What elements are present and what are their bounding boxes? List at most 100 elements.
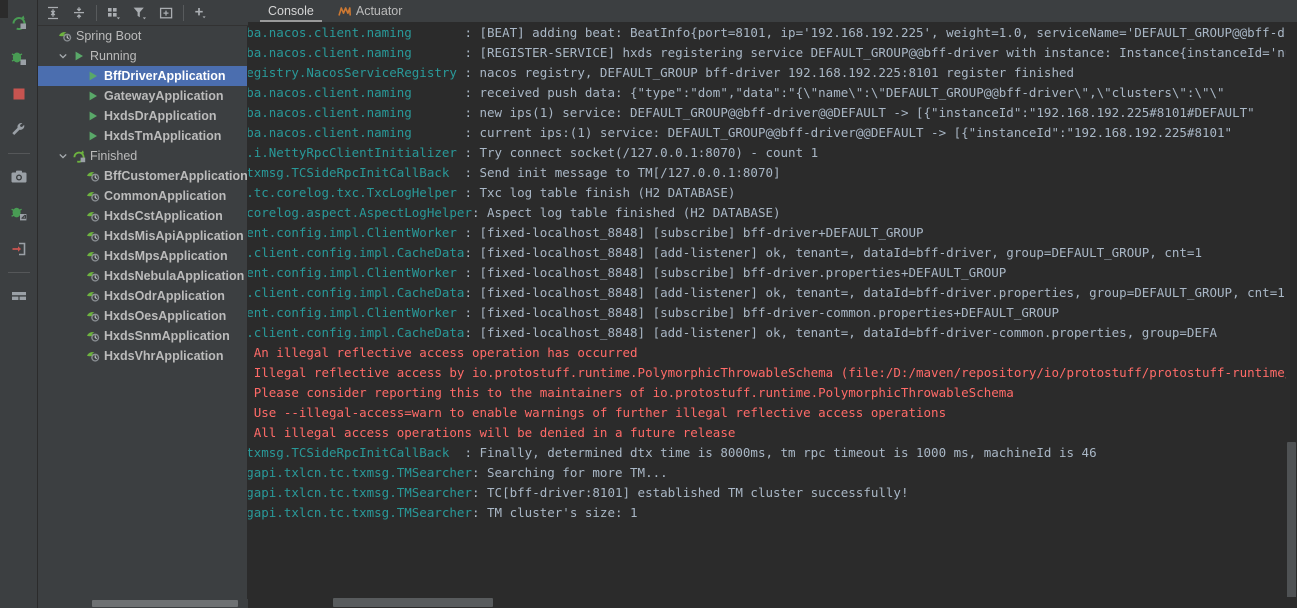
tree-row-label: BffDriverApplication — [104, 69, 226, 83]
filter-button[interactable] — [127, 1, 153, 25]
tree-row-bffcustomerapplication[interactable]: BffCustomerApplication — [38, 166, 247, 186]
log-message: : TC[bff-driver:8101] established TM clu… — [471, 485, 909, 500]
tab-label: Console — [268, 4, 314, 18]
expand-all-button[interactable] — [40, 1, 66, 25]
spring-boot-icon — [84, 326, 101, 346]
tree-row-gatewayapplication[interactable]: GatewayApplication — [38, 86, 247, 106]
tree-row-bffdriverapplication[interactable]: BffDriverApplication — [38, 66, 247, 86]
run-green-icon — [84, 66, 101, 86]
tree-row-hxdscstapplication[interactable]: HxdsCstApplication — [38, 206, 247, 226]
tree-row-label: HxdsOesApplication — [104, 309, 227, 323]
tree-twisty-spacer — [70, 246, 84, 266]
collapse-all-button[interactable] — [66, 1, 92, 25]
tree-row-hxdssnmapplication[interactable]: HxdsSnmApplication — [38, 326, 247, 346]
tree-row-hxdsdrapplication[interactable]: HxdsDrApplication — [38, 106, 247, 126]
log-logger-name: m.alibaba.nacos.client.naming — [248, 25, 412, 40]
stop-icon[interactable] — [4, 79, 34, 109]
tree-row-finished[interactable]: Finished — [38, 146, 247, 166]
tree-twisty-spacer — [70, 346, 84, 366]
log-logger-name: c.txlcn.tc.corelog.txc.TxcLogHelper — [248, 185, 457, 200]
tree-horizontal-scrollbar[interactable] — [38, 599, 248, 608]
rerun-icon[interactable] — [4, 7, 34, 37]
run-configurations-tree[interactable]: Spring Boot Running BffDriverApplication Ga… — [38, 26, 248, 608]
tree-horizontal-scroll-thumb[interactable] — [92, 600, 238, 607]
log-logger-name: a.nacos.client.config.impl.CacheData — [248, 285, 465, 300]
tree-row-hxdsodrapplication[interactable]: HxdsOdrApplication — [38, 286, 247, 306]
run-green-icon — [84, 106, 101, 126]
log-message: : TM cluster's size: 1 — [471, 505, 638, 520]
log-message: : nacos registry, DEFAULT_GROUP bff-driv… — [464, 65, 1075, 80]
log-message: : [fixed-localhost_8848] [add-listener] … — [464, 325, 1218, 340]
debug-icon[interactable] — [4, 43, 34, 73]
tree-row-spring-boot[interactable]: Spring Boot — [38, 26, 247, 46]
tree-twisty-spacer — [70, 86, 84, 106]
console-log-area[interactable]: m.alibaba.nacos.client.naming : [BEAT] a… — [248, 22, 1297, 608]
tab-actuator[interactable]: Actuator — [326, 0, 415, 22]
chevron-down-icon[interactable] — [56, 46, 70, 66]
log-logger-name: a.c.n.registry.NacosServiceRegistry — [248, 65, 457, 80]
log-message: : [fixed-localhost_8848] [subscribe] bff… — [464, 265, 1007, 280]
log-line: c.t.t.n.i.NettyRpcClientInitializer : Tr… — [248, 143, 1297, 163]
log-message: : Searching for more TM... — [471, 465, 668, 480]
gutter-divider — [7, 153, 30, 154]
log-logger-name: m.codingapi.txlcn.tc.txmsg.TMSearcher — [248, 485, 472, 500]
console-panel: Console Actuator m.alibaba.nacos.client.n… — [248, 0, 1297, 608]
log-message: : [REGISTER-SERVICE] hxds registering se… — [464, 45, 1297, 60]
tree-twisty-spacer — [70, 206, 84, 226]
log-message: : current ips:(1) service: DEFAULT_GROUP… — [464, 125, 1233, 140]
run-configurations-panel: Spring Boot Running BffDriverApplication Ga… — [38, 0, 248, 608]
spring-boot-icon — [84, 306, 101, 326]
console-vertical-scroll-thumb[interactable] — [1287, 442, 1296, 608]
log-message: : Try connect socket(/127.0.0.1:8070) - … — [464, 145, 819, 160]
tree-row-hxdstmapplication[interactable]: HxdsTmApplication — [38, 126, 247, 146]
spring-boot-icon — [84, 286, 101, 306]
new-tab-button[interactable] — [153, 1, 179, 25]
tree-row-commonapplication[interactable]: CommonApplication — [38, 186, 247, 206]
layout-icon[interactable] — [4, 281, 34, 311]
camera-snapshot-icon[interactable] — [4, 162, 34, 192]
tree-row-hxdsmpsapplication[interactable]: HxdsMpsApplication — [38, 246, 247, 266]
tree-row-label: HxdsNebulaApplication — [104, 269, 245, 283]
tree-row-hxdsnebulaapplication[interactable]: HxdsNebulaApplication — [38, 266, 247, 286]
log-logger-name: m.codingapi.txlcn.tc.txmsg.TMSearcher — [248, 505, 472, 520]
log-logger-name: a.n.client.config.impl.ClientWorker — [248, 225, 457, 240]
run-tool-gutter — [0, 0, 38, 608]
tree-row-label: HxdsDrApplication — [104, 109, 217, 123]
tree-row-running[interactable]: Running — [38, 46, 247, 66]
tree-row-hxdsvhrapplication[interactable]: HxdsVhrApplication — [38, 346, 247, 366]
tree-row-label: BffCustomerApplication — [104, 169, 248, 183]
tree-row-hxdsmisapiapplication[interactable]: HxdsMisApiApplication — [38, 226, 247, 246]
group-by-button[interactable] — [101, 1, 127, 25]
tree-twisty-spacer — [70, 126, 84, 146]
scrollbar-corner — [1286, 597, 1297, 608]
attach-debugger-icon[interactable] — [4, 198, 34, 228]
tab-console[interactable]: Console — [256, 0, 326, 22]
tree-twisty-spacer — [42, 26, 56, 46]
tree-row-label: Finished — [90, 149, 138, 163]
export-icon[interactable] — [4, 234, 34, 264]
tree-row-label: Spring Boot — [76, 29, 142, 43]
log-logger-name: m.alibaba.nacos.client.naming — [248, 105, 412, 120]
log-warning-line: WARNING: An illegal reflective access op… — [253, 345, 638, 360]
tree-row-hxdsoesapplication[interactable]: HxdsOesApplication — [38, 306, 247, 326]
chevron-down-icon[interactable] — [56, 146, 70, 166]
rerun-green-icon — [70, 146, 87, 166]
console-horizontal-scrollbar[interactable] — [248, 597, 1286, 608]
tree-row-label: HxdsTmApplication — [104, 129, 222, 143]
window-edge-marker — [0, 0, 8, 18]
log-line: m.alibaba.nacos.client.naming : [BEAT] a… — [248, 23, 1297, 43]
run-green-icon — [84, 126, 101, 146]
log-line: c.t.tc.txmsg.TCSideRpcInitCallBack : Fin… — [248, 443, 1297, 463]
add-button[interactable] — [188, 1, 214, 25]
console-tab-bar: Console Actuator — [248, 0, 1297, 22]
settings-wrench-icon[interactable] — [4, 115, 34, 145]
tree-row-label: Running — [90, 49, 137, 63]
log-line: c.t.tc.txmsg.TCSideRpcInitCallBack : Sen… — [248, 163, 1297, 183]
console-horizontal-scroll-thumb[interactable] — [333, 598, 493, 607]
console-vertical-scrollbar[interactable] — [1286, 22, 1297, 608]
spring-boot-icon — [84, 206, 101, 226]
log-line: a.c.n.registry.NacosServiceRegistry : na… — [248, 63, 1297, 83]
spring-boot-icon — [84, 266, 101, 286]
log-logger-name: a.nacos.client.config.impl.CacheData — [248, 325, 465, 340]
tree-twisty-spacer — [70, 226, 84, 246]
